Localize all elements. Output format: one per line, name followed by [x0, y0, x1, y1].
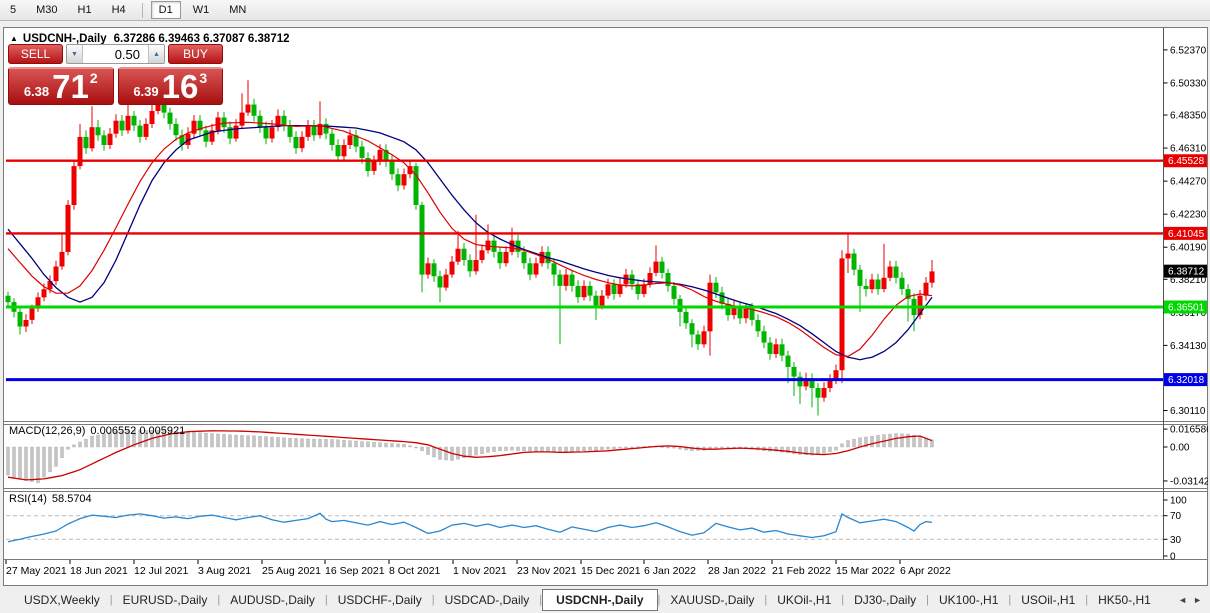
collapse-panel-icon[interactable]: ▲	[10, 34, 18, 43]
sell-price-display[interactable]: 6.38 71 2	[8, 67, 114, 105]
date-axis-label: 25 Aug 2021	[262, 565, 321, 577]
buy-price-sup: 3	[199, 70, 207, 86]
tab-scroll-left-button[interactable]: ◄	[1178, 595, 1187, 605]
price-axis-label: 6.44270	[1170, 177, 1207, 188]
rsi-label: RSI(14) 58.5704	[9, 493, 92, 505]
trading-terminal: 5M30 H1H4 D1W1MN 6.52370 6.50330 6.48350 6.46…	[0, 0, 1210, 613]
price-badge: 6.45528	[1164, 154, 1207, 167]
chart-tabbar: USDX,Weekly|EURUSD-,Daily|AUDUSD-,Daily|…	[0, 587, 1210, 613]
timeframe-button-d1[interactable]: D1	[151, 1, 181, 19]
timeframe-button-w1[interactable]: W1	[185, 1, 218, 19]
tab-scroll-right-button[interactable]: ►	[1193, 595, 1202, 605]
macd-label: MACD(12,26,9) 0.006552 0.005921	[9, 425, 185, 437]
chart-tab-ukoil-h1[interactable]: UKOil-,H1	[767, 590, 841, 610]
chart-tabs: USDX,Weekly|EURUSD-,Daily|AUDUSD-,Daily|…	[14, 589, 1170, 611]
macd-axis-label: 0.00	[1170, 443, 1190, 454]
sell-price-sup: 2	[90, 70, 98, 86]
chart-tab-hk50-h1[interactable]: HK50-,H1	[1088, 590, 1161, 610]
date-axis-label: 28 Jan 2022	[708, 565, 766, 577]
spread-value-field[interactable]: 0.50	[83, 45, 148, 63]
sell-price-big: 71	[52, 73, 89, 101]
svg-text:6.32018: 6.32018	[1168, 375, 1205, 386]
date-axis-label: 18 Jun 2021	[70, 565, 128, 577]
date-axis-label: 21 Feb 2022	[772, 565, 831, 577]
price-badge: 6.38712	[1164, 265, 1207, 278]
date-axis-label: 1 Nov 2021	[453, 565, 507, 577]
chart-tab-usoil-h1[interactable]: USOil-,H1	[1011, 590, 1085, 610]
date-axis-label: 6 Apr 2022	[900, 565, 951, 577]
chart-tab-xauusd-daily[interactable]: XAUUSD-,Daily	[660, 590, 764, 610]
date-axis-label: 6 Jan 2022	[644, 565, 696, 577]
chart-tab-uk100-h1[interactable]: UK100-,H1	[929, 590, 1008, 610]
price-axis-label: 6.46310	[1170, 144, 1207, 155]
chart-tab-usdcnh-daily[interactable]: USDCNH-,Daily	[542, 589, 657, 611]
svg-text:6.45528: 6.45528	[1168, 156, 1205, 167]
price-axis-label: 6.30110	[1170, 406, 1206, 417]
tab-scroll-arrows: ◄ ►	[1170, 595, 1210, 605]
macd-indicator-name: MACD(12,26,9)	[9, 425, 85, 437]
macd-axis-label: 0.016586	[1170, 425, 1208, 436]
svg-text:6.38712: 6.38712	[1168, 267, 1205, 278]
date-axis-label: 16 Sep 2021	[325, 565, 385, 577]
timeframe-button-mn[interactable]: MN	[221, 1, 254, 19]
date-axis-label: 8 Oct 2021	[389, 565, 441, 577]
price-axis-label: 6.52370	[1170, 45, 1207, 56]
rsi-axis-label: 100	[1170, 496, 1187, 507]
svg-text:6.36501: 6.36501	[1168, 302, 1205, 313]
price-badge: 6.32018	[1164, 373, 1207, 386]
one-click-trading-panel: SELL ▼ 0.50 ▲ BUY 6.38 71 2 6.39 16 3	[8, 44, 223, 105]
price-axis-label: 6.34130	[1170, 341, 1207, 352]
date-axis-label: 12 Jul 2021	[134, 565, 188, 577]
price-axis-label: 6.42230	[1170, 210, 1207, 221]
date-axis-label: 15 Dec 2021	[581, 565, 641, 577]
rsi-indicator-value: 58.5704	[52, 493, 92, 505]
timeframe-button-m30[interactable]: M30	[28, 1, 65, 19]
chart-tab-audusd-daily[interactable]: AUDUSD-,Daily	[220, 590, 325, 610]
rsi-axis-label: 70	[1170, 511, 1182, 522]
timeframe-toolbar: 5M30 H1H4 D1W1MN	[0, 0, 1210, 21]
spread-stepper: ▼ 0.50 ▲	[66, 44, 165, 64]
price-axis-label: 6.48350	[1170, 111, 1207, 122]
spread-decrease-button[interactable]: ▼	[67, 45, 83, 63]
date-axis-label: 15 Mar 2022	[836, 565, 895, 577]
chart-tab-usdx-weekly[interactable]: USDX,Weekly	[14, 590, 110, 610]
timeframe-button-h1[interactable]: H1	[70, 1, 100, 19]
buy-button[interactable]: BUY	[168, 44, 223, 64]
chart-tab-usdcad-daily[interactable]: USDCAD-,Daily	[435, 590, 540, 610]
chart-tab-dj30-daily[interactable]: DJ30-,Daily	[844, 590, 926, 610]
chart-tab-usdchf-daily[interactable]: USDCHF-,Daily	[328, 590, 432, 610]
sell-button[interactable]: SELL	[8, 44, 63, 64]
price-axis-label: 6.50330	[1170, 78, 1207, 89]
buy-price-big: 16	[162, 73, 199, 101]
rsi-axis-label: 30	[1170, 535, 1182, 546]
date-axis-label: 3 Aug 2021	[198, 565, 251, 577]
spread-increase-button[interactable]: ▲	[148, 45, 164, 63]
price-badge: 6.41045	[1164, 227, 1207, 240]
date-axis-label: 27 May 2021	[6, 565, 67, 577]
sell-price-small: 6.38	[24, 84, 49, 99]
timeframe-button-5[interactable]: 5	[2, 1, 24, 19]
macd-axis-label: -0.031421	[1170, 476, 1208, 487]
chart-canvas[interactable]: 6.52370 6.50330 6.48350 6.46310 6.44270 6.422…	[3, 27, 1208, 586]
timeframe-button-h4[interactable]: H4	[104, 1, 134, 19]
price-badge: 6.36501	[1164, 300, 1207, 313]
rsi-axis-label: 0	[1170, 552, 1176, 563]
toolbar-divider	[142, 3, 143, 18]
chart-window: 6.52370 6.50330 6.48350 6.46310 6.44270 6.422…	[3, 27, 1208, 586]
buy-price-display[interactable]: 6.39 16 3	[118, 67, 224, 105]
macd-indicator-values: 0.006552 0.005921	[90, 425, 185, 437]
svg-text:6.41045: 6.41045	[1168, 229, 1205, 240]
rsi-indicator-name: RSI(14)	[9, 493, 47, 505]
buy-price-small: 6.39	[133, 84, 158, 99]
date-axis-label: 23 Nov 2021	[517, 565, 577, 577]
price-axis-label: 6.40190	[1170, 243, 1207, 254]
chart-tab-eurusd-daily[interactable]: EURUSD-,Daily	[113, 590, 218, 610]
